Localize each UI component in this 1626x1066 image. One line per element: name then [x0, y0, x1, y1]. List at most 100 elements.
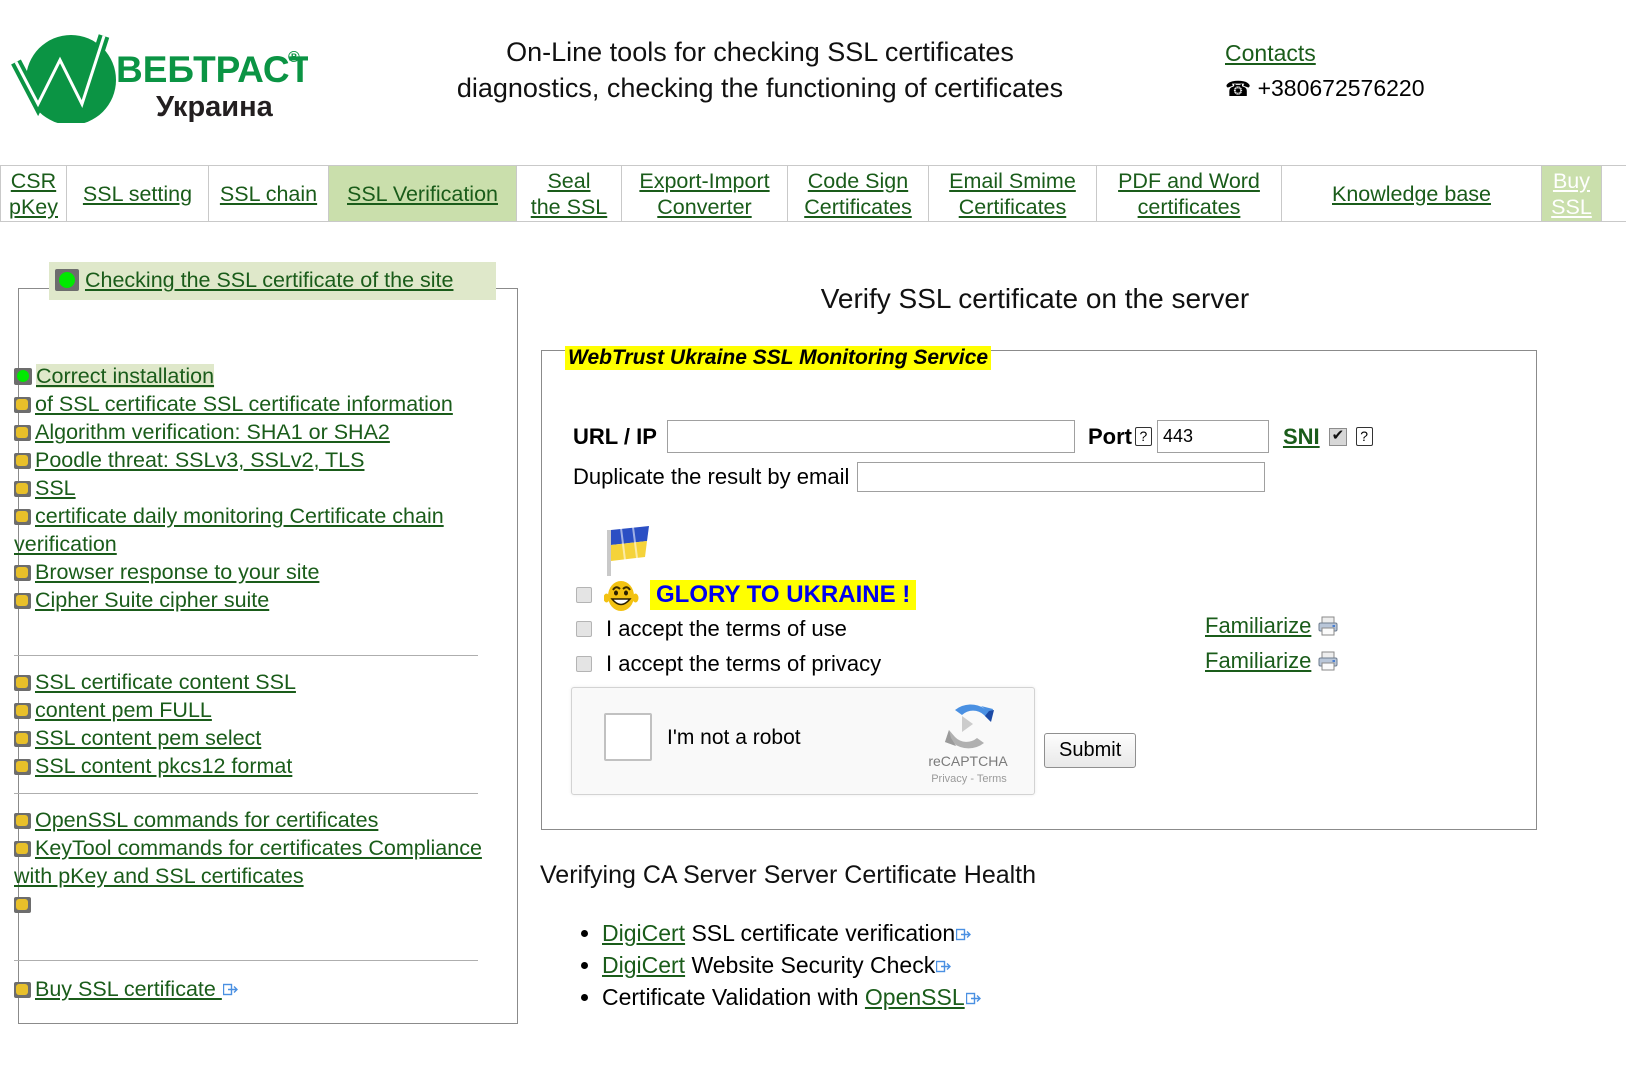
nav-item[interactable]: Email Smime Certificates — [929, 166, 1097, 221]
ca-list-item: DigiCert Website Security Check — [602, 950, 981, 981]
printer-icon[interactable] — [1317, 651, 1339, 671]
nav-item-link[interactable]: CSR pKey — [9, 168, 58, 220]
phone-icon: ☎ — [1225, 78, 1252, 101]
sidebar-item[interactable]: Buy SSL certificate — [14, 975, 484, 1003]
sidebar-item-label[interactable]: KeyTool commands for certificates Compli… — [14, 836, 482, 888]
nav-item-link[interactable]: Email Smime Certificates — [949, 168, 1076, 220]
familiarize-link[interactable]: Familiarize — [1205, 613, 1311, 639]
ca-item-link[interactable]: DigiCert — [602, 952, 685, 978]
ca-item-link[interactable]: OpenSSL — [865, 984, 965, 1010]
sidebar-item[interactable]: SSL certificate content SSL — [14, 668, 484, 696]
ca-item-link[interactable]: DigiCert — [602, 920, 685, 946]
sidebar-item-label[interactable]: Cipher Suite cipher suite — [35, 588, 269, 612]
nav-item[interactable]: Knowledge base — [1282, 166, 1542, 221]
sni-link[interactable]: SNI — [1283, 424, 1320, 450]
sidebar-item[interactable]: SSL content pem select — [14, 724, 484, 752]
sidebar-item-label[interactable]: Buy SSL certificate — [35, 977, 222, 1001]
url-row: URL / IP Port ? SNI ? — [573, 420, 1376, 453]
nav-item[interactable]: Export-Import Converter — [622, 166, 788, 221]
sidebar-item[interactable] — [14, 890, 484, 918]
sidebar-item[interactable]: KeyTool commands for certificates Compli… — [14, 834, 484, 890]
contacts-link[interactable]: Contacts — [1225, 40, 1316, 66]
familiarize-link[interactable]: Familiarize — [1205, 648, 1311, 674]
terms-of-privacy-checkbox[interactable] — [576, 656, 592, 672]
nav-item[interactable]: SSL Verification — [329, 166, 517, 221]
sni-checkbox[interactable] — [1328, 426, 1347, 446]
sidebar-item[interactable]: content pem FULL — [14, 696, 484, 724]
nav-item[interactable]: CSR pKey — [0, 166, 67, 221]
ca-list-item: DigiCert SSL certificate verification — [602, 918, 981, 949]
sidebar-title-link[interactable]: Checking the SSL certificate of the site — [85, 268, 453, 292]
sidebar-item[interactable]: Cipher Suite cipher suite — [14, 586, 484, 614]
nav-item-label-line2: Certificates — [804, 194, 912, 219]
external-link-icon — [936, 950, 952, 973]
nav-item-link[interactable]: SSL Verification — [347, 181, 498, 207]
external-link-icon — [965, 982, 981, 1005]
sidebar-item-label[interactable]: SSL content pem select — [35, 726, 261, 750]
main-navigation: CSR pKey SSL setting SSL chain SSL Verificat… — [0, 165, 1626, 222]
familiarize-terms-of-privacy: Familiarize — [1205, 648, 1339, 674]
nav-item[interactable]: Seal the SSL — [517, 166, 622, 221]
nav-item-link[interactable]: Export-Import Converter — [639, 168, 769, 220]
sidebar-item[interactable]: Poodle threat: SSLv3, SSLv2, TLS — [14, 446, 484, 474]
glory-checkbox[interactable] — [576, 587, 592, 603]
sidebar-item-label[interactable]: Browser response to your site — [35, 560, 319, 584]
sidebar-item-label[interactable]: Algorithm verification: SHA1 or SHA2 — [35, 420, 390, 444]
sidebar-item-label[interactable]: SSL — [35, 476, 76, 500]
nav-item-link[interactable]: SSL chain — [220, 181, 317, 207]
site-logo[interactable]: ВЕБТРАСТ ® Украина — [8, 18, 312, 125]
port-input[interactable] — [1156, 420, 1269, 453]
terms-of-use-row: I accept the terms of use — [576, 616, 847, 642]
sidebar-item-label[interactable]: content pem FULL — [35, 698, 212, 722]
sidebar-item[interactable]: Correct installation — [14, 362, 484, 390]
terms-of-privacy-row: I accept the terms of privacy — [576, 651, 881, 677]
nav-item-link[interactable]: Knowledge base — [1332, 181, 1491, 207]
url-label: URL / IP — [573, 423, 657, 449]
recaptcha-checkbox[interactable] — [604, 713, 652, 761]
nav-item[interactable]: PDF and Word certificates — [1097, 166, 1282, 221]
nav-item-link[interactable]: Code Sign Certificates — [804, 168, 912, 220]
sidebar-title[interactable]: Checking the SSL certificate of the site — [49, 262, 496, 300]
gold-bullet-icon — [14, 703, 31, 719]
nav-item-link[interactable]: PDF and Word certificates — [1118, 168, 1260, 220]
nav-item[interactable]: Buy SSL — [1542, 166, 1602, 221]
form-legend: WebTrust Ukraine SSL Monitoring Service — [565, 346, 992, 370]
email-input[interactable] — [857, 462, 1266, 492]
sidebar-item-label[interactable]: Correct installation — [36, 364, 215, 388]
submit-button[interactable]: Submit — [1044, 733, 1137, 768]
sidebar-item-label[interactable]: of SSL certificate SSL certificate infor… — [35, 392, 453, 416]
sidebar-item-label[interactable]: SSL certificate content SSL — [35, 670, 296, 694]
sidebar-item-label[interactable]: Poodle threat: SSLv3, SSLv2, TLS — [35, 448, 364, 472]
sidebar-item[interactable]: Algorithm verification: SHA1 or SHA2 — [14, 418, 484, 446]
contacts-block: Contacts ☎ +380672576220 — [1225, 36, 1425, 107]
gold-bullet-icon — [14, 759, 31, 775]
nav-item[interactable]: Code Sign Certificates — [788, 166, 929, 221]
nav-item[interactable]: SSL chain — [209, 166, 329, 221]
nav-item-link[interactable]: SSL setting — [83, 181, 192, 207]
nav-item-label-line2: the SSL — [530, 194, 608, 219]
main-heading: Verify SSL certificate on the server — [820, 283, 1250, 314]
external-link-icon — [956, 918, 972, 941]
sidebar-item-label[interactable]: certificate daily monitoring Certificate… — [14, 504, 444, 556]
ca-item-prefix: Certificate Validation with — [602, 984, 865, 1010]
url-input[interactable] — [666, 420, 1075, 453]
nav-item-link[interactable]: Seal the SSL — [531, 168, 608, 220]
email-row: Duplicate the result by email — [573, 462, 1266, 492]
terms-of-use-checkbox[interactable] — [576, 621, 592, 637]
sidebar-item[interactable]: of SSL certificate SSL certificate infor… — [14, 390, 484, 418]
printer-icon[interactable] — [1317, 616, 1339, 636]
sidebar-item[interactable]: Browser response to your site — [14, 558, 484, 586]
sidebar-item-label[interactable]: SSL content pkcs12 format — [35, 754, 292, 778]
question-icon[interactable]: ? — [1355, 427, 1373, 446]
sidebar-item[interactable]: certificate daily monitoring Certificate… — [14, 502, 484, 558]
gold-bullet-icon — [14, 841, 31, 857]
sidebar-item[interactable]: SSL — [14, 474, 484, 502]
sidebar-item[interactable]: OpenSSL commands for certificates — [14, 806, 484, 834]
page-header: ВЕБТРАСТ ® Украина On-Line tools for che… — [0, 0, 1626, 140]
nav-item[interactable]: SSL setting — [67, 166, 209, 221]
recaptcha-privacy-terms[interactable]: Privacy - Terms — [924, 773, 1014, 785]
question-icon[interactable]: ? — [1134, 427, 1152, 446]
sidebar-item-label[interactable]: OpenSSL commands for certificates — [35, 808, 378, 832]
sidebar-item[interactable]: SSL content pkcs12 format — [14, 752, 484, 780]
nav-item-link[interactable]: Buy SSL — [1551, 168, 1592, 220]
